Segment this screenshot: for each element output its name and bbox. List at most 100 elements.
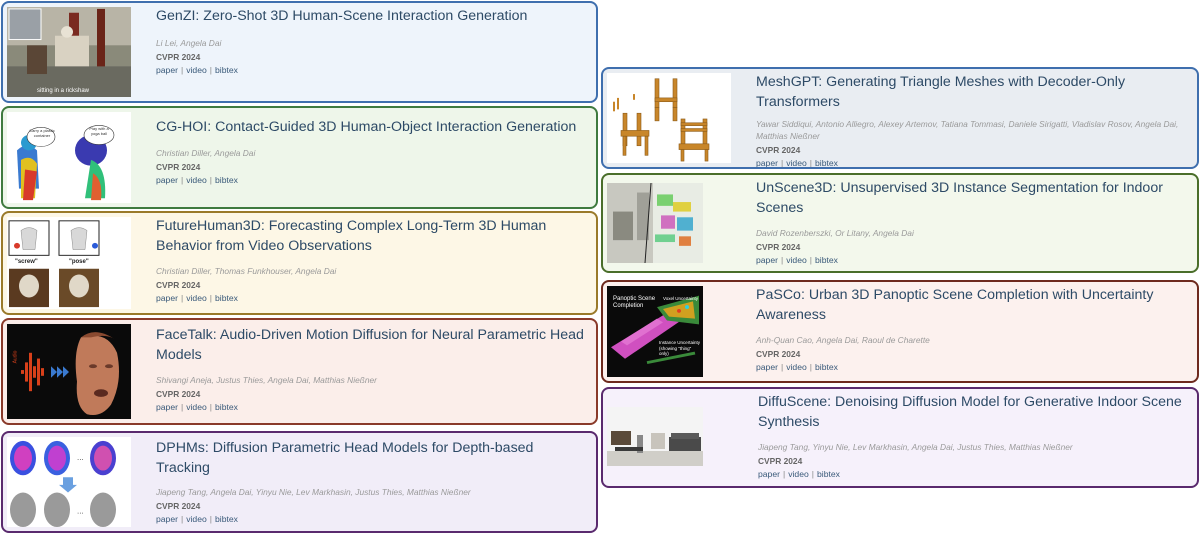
paper-thumbnail[interactable]: "screw" "pose" bbox=[7, 217, 131, 309]
paper-link[interactable]: paper bbox=[758, 469, 780, 479]
thumb-label: Voxel Uncertainty bbox=[663, 296, 699, 301]
link-separator: | bbox=[180, 293, 184, 303]
paper-authors: Anh-Quan Cao, Angela Dai, Raoul de Chare… bbox=[756, 335, 930, 345]
paper-venue: CVPR 2024 bbox=[756, 145, 801, 155]
paper-venue: CVPR 2024 bbox=[758, 456, 803, 466]
paper-authors: Christian Diller, Angela Dai bbox=[156, 147, 256, 158]
paper-title[interactable]: CG-HOI: Contact-Guided 3D Human-Object I… bbox=[156, 118, 590, 138]
video-link[interactable]: video bbox=[786, 362, 807, 372]
paper-card-diffuscene: DiffuScene: Denoising Diffusion Model fo… bbox=[601, 387, 1199, 488]
paper-title[interactable]: PaSCo: Urban 3D Panoptic Scene Completio… bbox=[756, 286, 1191, 325]
bibtex-link[interactable]: bibtex bbox=[215, 293, 238, 303]
bibtex-link[interactable]: bibtex bbox=[215, 65, 238, 75]
paper-card-unscene3d: UnScene3D: Unsupervised 3D Instance Segm… bbox=[601, 173, 1199, 273]
link-separator: | bbox=[209, 402, 212, 412]
paper-link[interactable]: paper bbox=[756, 158, 778, 167]
paper-title[interactable]: GenZI: Zero-Shot 3D Human-Scene Interact… bbox=[156, 7, 590, 27]
paper-link[interactable]: paper bbox=[156, 293, 178, 303]
video-link[interactable]: video bbox=[186, 514, 207, 524]
paper-venue: CVPR 2024 bbox=[156, 501, 201, 511]
paper-card-pasco: Panoptic Scene Completion Voxel Uncertai… bbox=[601, 280, 1199, 383]
paper-thumbnail[interactable]: ... ... bbox=[7, 437, 131, 527]
paper-thumbnail[interactable] bbox=[607, 73, 731, 163]
link-separator: | bbox=[209, 64, 212, 75]
video-link[interactable]: video bbox=[788, 469, 809, 479]
paper-card-genzi: sitting in a rickshaw GenZI: Zero-Shot 3… bbox=[1, 1, 598, 103]
paper-venue: CVPR 2024 bbox=[756, 349, 801, 359]
paper-links: paper | video | bibtex bbox=[758, 469, 1191, 479]
paper-link[interactable]: paper bbox=[156, 175, 178, 185]
bibtex-link[interactable]: bibtex bbox=[215, 402, 238, 412]
paper-venue: CVPR 2024 bbox=[156, 280, 201, 290]
paper-thumbnail[interactable]: sitting in a rickshaw bbox=[7, 7, 131, 97]
video-link[interactable]: video bbox=[186, 65, 207, 75]
paper-links: paper | video | bibtex bbox=[156, 293, 590, 303]
paper-thumbnail[interactable]: Panoptic Scene Completion Voxel Uncertai… bbox=[607, 286, 703, 377]
thumb-label: Panoptic Scene Completion bbox=[613, 296, 656, 309]
paper-venue: CVPR 2024 bbox=[156, 389, 201, 399]
video-link[interactable]: video bbox=[786, 158, 807, 167]
link-separator: | bbox=[180, 64, 184, 75]
video-link[interactable]: video bbox=[786, 255, 807, 265]
paper-title[interactable]: DiffuScene: Denoising Diffusion Model fo… bbox=[758, 393, 1191, 432]
paper-title[interactable]: DPHMs: Diffusion Parametric Head Models … bbox=[156, 439, 590, 478]
link-separator: | bbox=[811, 469, 814, 479]
paper-card-facetalk: Audio FaceTalk: Audio-Driven Motion Diff… bbox=[1, 318, 598, 425]
bibtex-link[interactable]: bibtex bbox=[815, 158, 838, 167]
thumb-bubble-text: Play with a yoga ball bbox=[89, 126, 109, 136]
bibtex-link[interactable]: bibtex bbox=[815, 362, 838, 372]
paper-thumbnail[interactable] bbox=[607, 407, 703, 466]
paper-links: paper | video | bibtex bbox=[756, 255, 1191, 265]
link-separator: | bbox=[780, 255, 784, 265]
thumb-bubble-text: Carry a plastic container bbox=[29, 128, 55, 138]
paper-link[interactable]: paper bbox=[156, 65, 178, 75]
video-link[interactable]: video bbox=[186, 293, 207, 303]
paper-authors: Jiapeng Tang, Angela Dai, Yinyu Nie, Lev… bbox=[156, 487, 471, 497]
paper-card-dphms: ... ... DPHMs: Diffusion Parametric Head… bbox=[1, 431, 598, 533]
link-separator: | bbox=[180, 514, 184, 524]
paper-venue: CVPR 2024 bbox=[156, 51, 201, 62]
bibtex-link[interactable]: bibtex bbox=[817, 469, 840, 479]
link-separator: | bbox=[780, 158, 784, 168]
paper-links: paper | video | bibtex bbox=[156, 175, 590, 185]
paper-links: paper | video | bibtex bbox=[756, 158, 1191, 168]
paper-authors: Shivangi Aneja, Justus Thies, Angela Dai… bbox=[156, 375, 377, 385]
thumb-label: Instance Uncertainty (showing "thing" on… bbox=[659, 340, 701, 356]
thumb-label: "screw" bbox=[15, 259, 38, 265]
video-link[interactable]: video bbox=[186, 402, 207, 412]
paper-card-meshgpt: MeshGPT: Generating Triangle Meshes with… bbox=[601, 67, 1199, 169]
bibtex-link[interactable]: bibtex bbox=[215, 514, 238, 524]
paper-card-cg-hoi: Carry a plastic container Play with a yo… bbox=[1, 106, 598, 209]
paper-links: paper | video | bibtex bbox=[156, 402, 590, 412]
video-link[interactable]: video bbox=[186, 175, 207, 185]
paper-thumbnail[interactable]: Carry a plastic container Play with a yo… bbox=[7, 112, 131, 203]
paper-link[interactable]: paper bbox=[156, 402, 178, 412]
link-separator: | bbox=[209, 293, 212, 303]
link-separator: | bbox=[809, 255, 812, 265]
paper-venue: CVPR 2024 bbox=[756, 242, 801, 252]
paper-venue: CVPR 2024 bbox=[156, 161, 201, 172]
paper-title[interactable]: UnScene3D: Unsupervised 3D Instance Segm… bbox=[756, 179, 1191, 218]
paper-thumbnail[interactable] bbox=[607, 183, 703, 263]
svg-text:...: ... bbox=[77, 507, 84, 516]
link-separator: | bbox=[209, 174, 212, 185]
paper-title[interactable]: FutureHuman3D: Forecasting Complex Long-… bbox=[156, 217, 590, 256]
paper-authors: Jiapeng Tang, Yinyu Nie, Lev Markhasin, … bbox=[758, 442, 1073, 452]
thumb-label: Audio bbox=[12, 350, 19, 364]
paper-title[interactable]: FaceTalk: Audio-Driven Motion Diffusion … bbox=[156, 326, 590, 365]
link-separator: | bbox=[209, 514, 212, 524]
paper-authors: Yawar Siddiqui, Antonio Alliegro, Alexey… bbox=[756, 119, 1179, 141]
paper-link[interactable]: paper bbox=[756, 362, 778, 372]
paper-thumbnail[interactable]: Audio bbox=[7, 324, 131, 419]
paper-links: paper | video | bibtex bbox=[756, 362, 1191, 372]
paper-link[interactable]: paper bbox=[756, 255, 778, 265]
paper-authors: Christian Diller, Thomas Funkhouser, Ang… bbox=[156, 266, 337, 276]
paper-card-futurehuman3d: "screw" "pose" FutureHuman3D: Forecastin… bbox=[1, 211, 598, 315]
bibtex-link[interactable]: bibtex bbox=[215, 175, 238, 185]
paper-title[interactable]: MeshGPT: Generating Triangle Meshes with… bbox=[756, 73, 1191, 112]
paper-links: paper | video | bibtex bbox=[156, 514, 590, 524]
link-separator: | bbox=[180, 174, 184, 185]
link-separator: | bbox=[780, 362, 784, 372]
bibtex-link[interactable]: bibtex bbox=[815, 255, 838, 265]
paper-link[interactable]: paper bbox=[156, 514, 178, 524]
